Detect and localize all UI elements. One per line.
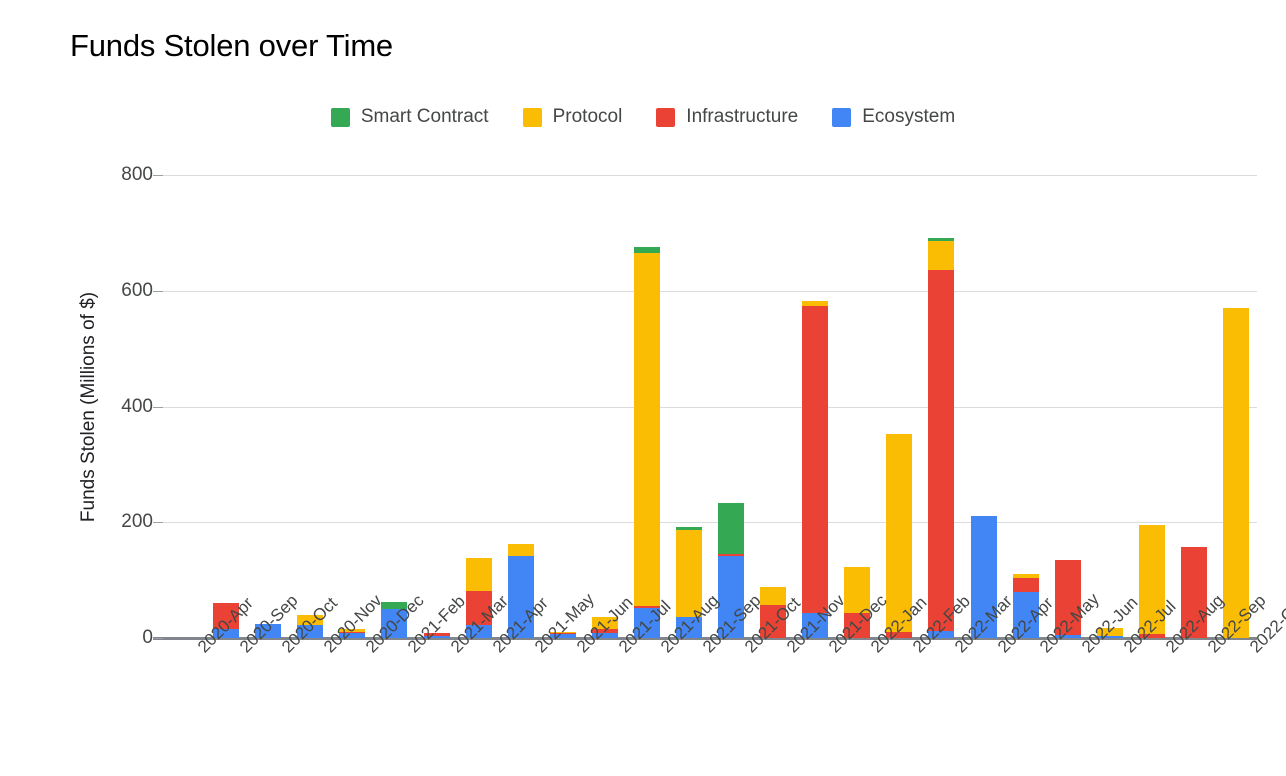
legend-item-protocol[interactable]: Protocol	[522, 106, 623, 128]
bar-segment-infrastructure[interactable]	[802, 305, 829, 613]
x-axis-tick-label: 2021-Feb	[404, 591, 470, 657]
legend-item-label: Ecosystem	[862, 106, 956, 127]
x-axis-tick-label: 2022-Jun	[1077, 592, 1142, 657]
gridline	[163, 406, 1257, 408]
x-axis-tick-label: 2021-Jul	[615, 597, 675, 657]
gridline	[163, 290, 1257, 292]
bar-segment-protocol[interactable]	[633, 252, 660, 606]
x-axis-tick-label: 2021-Mar	[447, 592, 512, 657]
legend-swatch-infrastructure	[656, 107, 676, 127]
x-axis-tick-label: 2020-Oct	[278, 594, 341, 657]
x-axis-tick-label: 2021-Oct	[741, 594, 804, 657]
x-axis-tick-label: 2021-Aug	[657, 591, 723, 657]
bar-segment-infrastructure[interactable]	[928, 269, 955, 632]
y-axis-tick-mark	[153, 522, 163, 524]
x-axis-tick-label: 2022-Feb	[909, 592, 974, 657]
y-axis-tick-label: 200	[121, 511, 153, 533]
x-axis-tick-label: 2021-Nov	[783, 591, 849, 657]
bar-group[interactable]	[802, 300, 829, 638]
y-axis-tick-label: 400	[121, 395, 153, 417]
y-axis-tick-mark	[153, 175, 163, 176]
x-axis-tick-label: 2021-Apr	[489, 594, 552, 657]
legend-item-label: Smart Contract	[360, 106, 489, 127]
legend-item-label: Infrastructure	[686, 106, 799, 127]
x-axis-tick-label: 2021-Jun	[573, 593, 637, 657]
y-axis-tick-mark	[153, 290, 163, 292]
x-axis-tick-label: 2022-Aug	[1162, 591, 1228, 657]
x-axis-tick-label: 2021-Sep	[699, 591, 765, 657]
y-axis-tick-label: 800	[121, 164, 153, 185]
x-axis-tick-label: 2022-Oct	[1245, 593, 1286, 657]
bar-segment-protocol[interactable]	[928, 241, 955, 270]
bar-group[interactable]	[633, 247, 660, 638]
x-axis-tick-label: 2020-Sep	[236, 591, 302, 657]
x-axis-tick-label: 2020-Dec	[362, 591, 428, 657]
gridline	[163, 175, 1257, 176]
y-axis-tick-label: 600	[121, 279, 153, 301]
bar-segment-protocol[interactable]	[507, 544, 534, 556]
x-axis-tick-label: 2020-Apr	[194, 594, 257, 657]
gridline	[163, 522, 1257, 524]
legend-item-infrastructure[interactable]: Infrastructure	[656, 106, 798, 128]
x-axis-labels: 2020-Apr2020-Sep2020-Oct2020-Nov2020-Dec…	[163, 589, 1286, 773]
legend-swatch-smart-contract	[330, 107, 350, 127]
x-axis-tick-label: 2022-Apr	[994, 594, 1057, 657]
x-axis-tick-label: 2021-Dec	[825, 591, 891, 657]
bar-segment-smart-contract[interactable]	[718, 502, 745, 555]
legend-swatch-protocol	[522, 107, 542, 127]
bar-segment-protocol[interactable]	[465, 558, 492, 592]
y-axis-tick-mark	[153, 406, 163, 408]
legend-item-ecosystem[interactable]: Ecosystem	[832, 106, 955, 128]
x-axis-tick-label: 2022-Jul	[1120, 597, 1180, 657]
x-axis-tick-label: 2022-Sep	[1204, 591, 1270, 657]
x-axis-tick-label: 2021-May	[530, 589, 598, 657]
chart-container: Funds Stolen over Time Smart Contract Pro…	[0, 0, 1286, 776]
legend-item-label: Protocol	[552, 106, 623, 127]
bar-segment-protocol[interactable]	[1222, 308, 1249, 638]
x-axis-tick-label: 2022-Mar	[951, 592, 1016, 657]
page-title: Funds Stolen over Time	[70, 28, 393, 63]
y-axis-tick-mark	[153, 638, 163, 639]
x-axis-tick-label: 2020-Nov	[320, 590, 386, 657]
legend-swatch-ecosystem	[832, 107, 852, 127]
bar-group[interactable]	[928, 238, 955, 638]
legend-item-smart-contract[interactable]: Smart Contract	[330, 106, 489, 128]
plot-area: 0 200 400 600 800	[121, 164, 1257, 648]
x-axis-tick-label: 2022-May	[1036, 590, 1103, 657]
y-axis-tick-label: 0	[142, 627, 153, 648]
x-axis-tick-label: 2022-Jan	[867, 593, 931, 657]
bar-group[interactable]	[1222, 308, 1249, 638]
bar-segment-infrastructure[interactable]	[1012, 578, 1039, 592]
chart-legend: Smart Contract Protocol Infrastructure Ecos…	[0, 106, 1286, 128]
